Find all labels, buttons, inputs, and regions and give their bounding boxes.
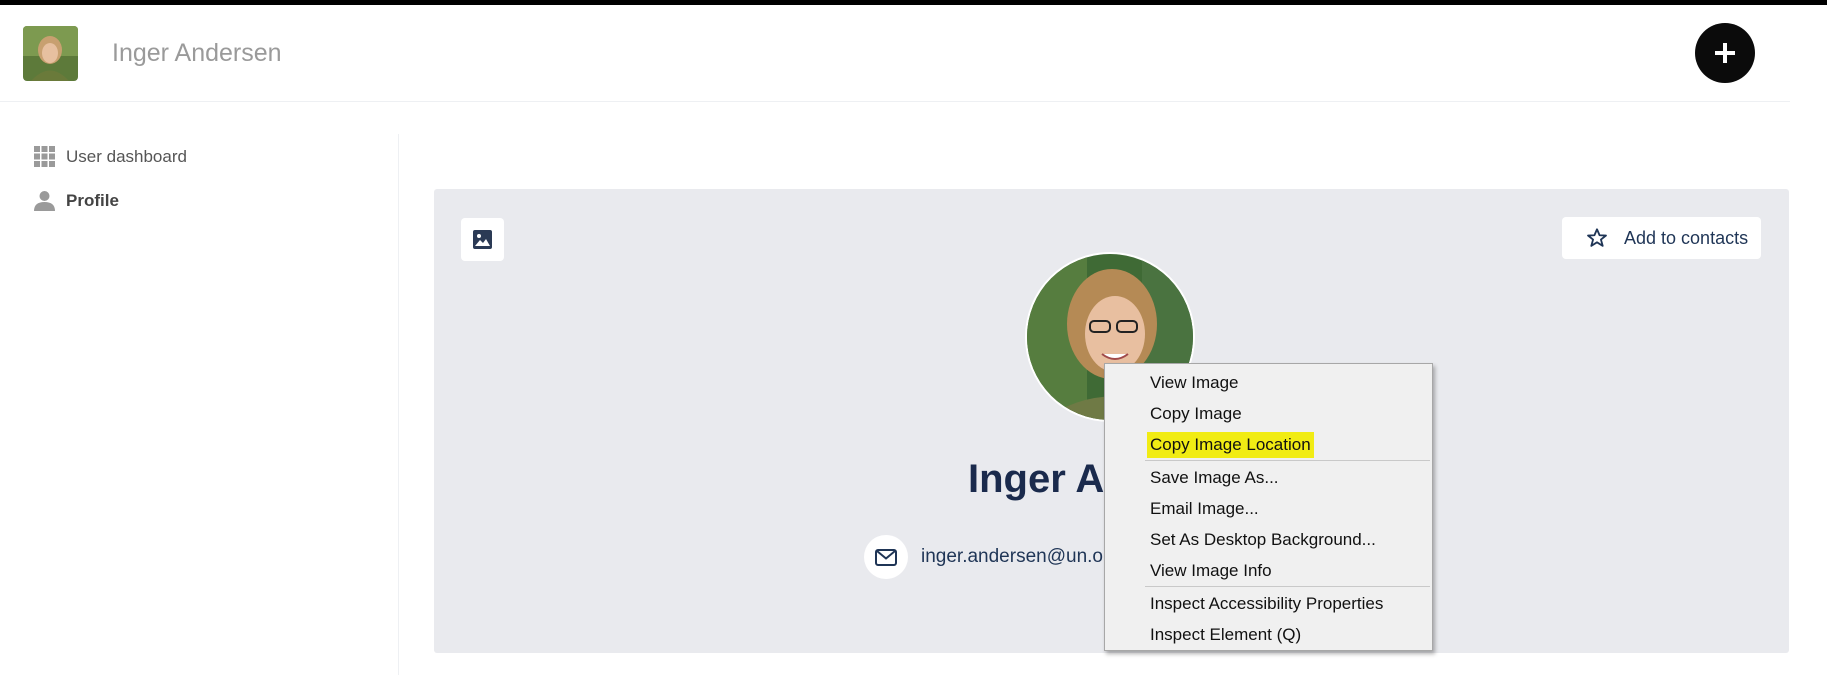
envelope-icon: [875, 548, 897, 566]
menu-item-copy-image[interactable]: Copy Image: [1150, 401, 1242, 427]
menu-item-set-desktop-background[interactable]: Set As Desktop Background...: [1150, 527, 1376, 553]
grid-icon: [34, 146, 55, 167]
sidebar-item-label: User dashboard: [66, 146, 187, 166]
menu-item-copy-image-location[interactable]: Copy Image Location: [1147, 432, 1314, 458]
profile-email[interactable]: inger.andersen@un.o: [921, 546, 1103, 568]
header-title: Inger Andersen: [112, 39, 282, 67]
menu-item-view-image-info[interactable]: View Image Info: [1150, 558, 1272, 584]
image-icon: [473, 230, 492, 249]
menu-item-email-image[interactable]: Email Image...: [1150, 496, 1259, 522]
change-cover-button[interactable]: [461, 218, 504, 261]
image-context-menu: View Image Copy Image Copy Image Locatio…: [1104, 363, 1433, 651]
menu-separator: [1145, 460, 1430, 461]
add-to-contacts-label: Add to contacts: [1624, 227, 1749, 248]
menu-item-view-image[interactable]: View Image: [1150, 370, 1239, 396]
star-icon: [1587, 228, 1607, 247]
menu-item-inspect-element[interactable]: Inspect Element (Q): [1150, 622, 1301, 648]
menu-item-save-image-as[interactable]: Save Image As...: [1150, 465, 1279, 491]
add-button[interactable]: [1695, 23, 1755, 83]
menu-separator: [1145, 586, 1430, 587]
sidebar-item-user-dashboard[interactable]: User dashboard: [34, 146, 187, 167]
add-to-contacts-button[interactable]: Add to contacts: [1562, 217, 1761, 259]
avatar[interactable]: [23, 26, 78, 81]
plus-icon: [1715, 43, 1735, 63]
sidebar-item-profile[interactable]: Profile: [34, 190, 119, 211]
user-icon: [34, 191, 55, 211]
email-button[interactable]: [864, 535, 908, 579]
sidebar: User dashboard Profile: [0, 134, 399, 675]
profile-name: Inger A: [968, 457, 1105, 501]
sidebar-item-label: Profile: [66, 190, 119, 210]
app-header: Inger Andersen: [0, 5, 1790, 102]
menu-item-inspect-accessibility[interactable]: Inspect Accessibility Properties: [1150, 591, 1383, 617]
